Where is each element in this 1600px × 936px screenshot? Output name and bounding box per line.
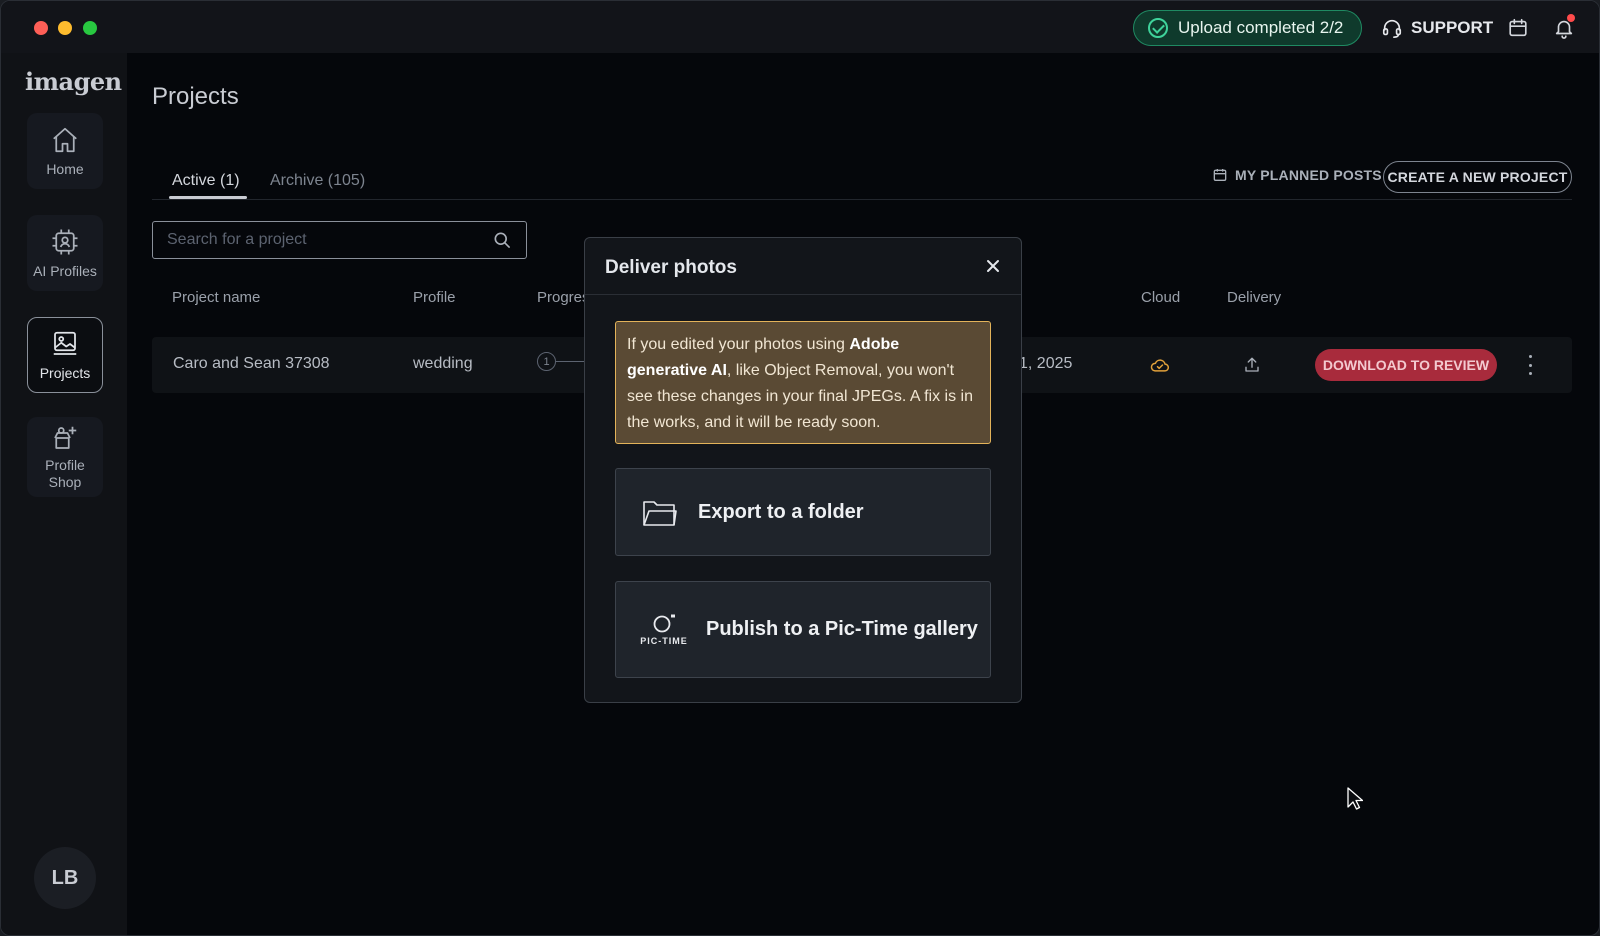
upload-status-badge[interactable]: Upload completed 2/2	[1133, 10, 1362, 46]
search-box	[152, 221, 527, 259]
headset-icon	[1382, 19, 1402, 38]
cloud-synced-icon	[1150, 359, 1169, 372]
app-window: Upload completed 2/2 SUPPORT imagen Home…	[0, 0, 1600, 936]
profile-cell: wedding	[413, 355, 473, 372]
active-tab-indicator	[169, 196, 247, 199]
planned-posts-button[interactable]: MY PLANNED POSTS	[1212, 167, 1382, 183]
home-icon	[53, 127, 77, 152]
close-window-button[interactable]	[34, 21, 48, 35]
tabs-divider	[152, 199, 1572, 200]
folder-icon	[643, 501, 677, 526]
sidebar-item-home[interactable]: Home	[27, 113, 103, 189]
pic-time-logo-text: PIC-TIME	[640, 636, 688, 646]
sidebar-item-projects[interactable]: Projects	[27, 317, 103, 393]
sidebar-item-label: AI Profiles	[33, 262, 97, 279]
planned-posts-label: MY PLANNED POSTS	[1235, 167, 1382, 183]
export-to-folder-button[interactable]: Export to a folder	[615, 468, 991, 556]
tab-active[interactable]: Active (1)	[172, 172, 240, 190]
date-cell: 1, 2025	[1019, 355, 1073, 372]
support-label: SUPPORT	[1411, 18, 1494, 37]
calendar-icon[interactable]	[1507, 17, 1529, 39]
deliver-photos-dialog: Deliver photos If you edited your photos…	[584, 237, 1022, 703]
shop-icon	[54, 426, 77, 449]
calendar-icon	[1213, 169, 1227, 181]
search-icon[interactable]	[492, 230, 512, 250]
tab-archive[interactable]: Archive (105)	[270, 172, 365, 190]
publish-pic-time-label: Publish to a Pic-Time gallery	[706, 618, 978, 640]
column-header-cloud[interactable]: Cloud	[1141, 289, 1180, 306]
sidebar-item-label: Projects	[39, 364, 91, 381]
export-to-folder-label: Export to a folder	[698, 500, 864, 523]
progress-step: 1	[537, 352, 556, 371]
notification-dot	[1567, 14, 1575, 22]
sidebar-item-label: Profile Shop	[45, 457, 85, 490]
dialog-title: Deliver photos	[605, 257, 737, 278]
publish-pic-time-button[interactable]: PIC-TIME Publish to a Pic-Time gallery	[615, 581, 991, 678]
upload-status-text: Upload completed 2/2	[1178, 18, 1344, 37]
column-header-progress[interactable]: Progres	[537, 289, 590, 306]
minimize-window-button[interactable]	[58, 21, 72, 35]
support-button[interactable]: SUPPORT	[1381, 15, 1493, 41]
app-logo: imagen	[25, 67, 122, 96]
sidebar: imagen Home AI Profiles Projects Profile…	[1, 53, 127, 935]
title-bar: Upload completed 2/2 SUPPORT	[1, 1, 1599, 53]
ai-profile-icon	[52, 229, 78, 254]
generative-ai-warning: If you edited your photos using Adobe ge…	[615, 321, 991, 444]
maximize-window-button[interactable]	[83, 21, 97, 35]
page-title: Projects	[152, 83, 239, 110]
avatar[interactable]: LB	[34, 847, 96, 909]
pic-time-logo: PIC-TIME	[640, 613, 688, 646]
more-options-icon[interactable]	[1526, 355, 1534, 375]
image-icon	[53, 331, 77, 355]
close-icon[interactable]	[983, 256, 1003, 276]
column-header-delivery[interactable]: Delivery	[1227, 289, 1281, 306]
column-header-name[interactable]: Project name	[172, 289, 260, 306]
sidebar-item-label: Home	[46, 160, 84, 177]
column-header-profile[interactable]: Profile	[413, 289, 456, 306]
notice-text-part1: If you edited your photos using	[627, 336, 850, 353]
check-circle-icon	[1148, 18, 1168, 38]
progress-line	[556, 361, 586, 362]
sidebar-item-ai-profiles[interactable]: AI Profiles	[27, 215, 103, 291]
mouse-cursor-icon	[1347, 787, 1363, 810]
search-input[interactable]	[167, 231, 492, 249]
sidebar-item-profile-shop[interactable]: Profile Shop	[27, 417, 103, 497]
project-name-cell[interactable]: Caro and Sean 37308	[173, 355, 330, 373]
dialog-header: Deliver photos	[585, 238, 1021, 295]
download-to-review-button[interactable]: DOWNLOAD TO REVIEW	[1315, 349, 1497, 381]
create-project-button[interactable]: CREATE A NEW PROJECT	[1383, 161, 1572, 193]
upload-icon[interactable]	[1243, 356, 1261, 374]
